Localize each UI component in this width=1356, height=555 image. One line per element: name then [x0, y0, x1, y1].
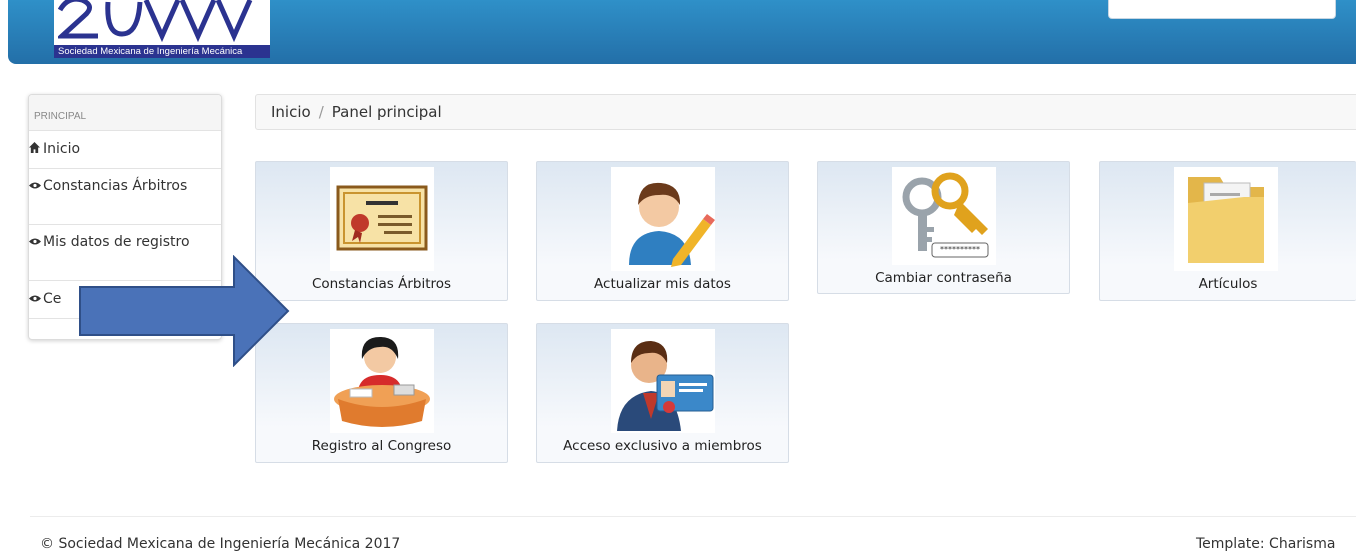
password-mask: **********	[940, 245, 980, 254]
tile-registro-congreso[interactable]: Registro al Congreso	[255, 323, 508, 463]
member-card-icon	[611, 329, 715, 433]
sidebar-item-label: Constancias Árbitros	[43, 178, 188, 194]
user-edit-icon	[611, 167, 715, 271]
folder-icon	[1174, 167, 1278, 271]
keys-icon: **********	[892, 167, 996, 265]
logo[interactable]: Sociedad Mexicana de Ingeniería Mecánica	[54, 0, 270, 58]
tile-label: Artículos	[1198, 276, 1258, 292]
sidebar-item-label: Mis datos de registro	[43, 234, 190, 250]
breadcrumb: Inicio / Panel principal	[255, 94, 1356, 130]
logo-text: Sociedad Mexicana de Ingeniería Mecánica	[54, 45, 270, 58]
footer-copyright: © Sociedad Mexicana de Ingeniería Mecáni…	[40, 536, 401, 552]
sidebar-item-inicio[interactable]: Inicio	[29, 131, 221, 169]
tile-label: Actualizar mis datos	[594, 276, 731, 292]
tile-label: Constancias Árbitros	[311, 276, 452, 292]
eye-icon	[29, 290, 43, 309]
tile-label: Registro al Congreso	[311, 438, 452, 454]
sidebar-item-label: Inicio	[43, 141, 81, 157]
footer-template-credit: Template: Charisma	[1196, 536, 1336, 552]
tile-actualizar-datos[interactable]: Actualizar mis datos	[536, 161, 789, 301]
tile-acceso-miembros[interactable]: Acceso exclusivo a miembros	[536, 323, 789, 463]
sidebar-item-constancias[interactable]: Constancias Árbitros	[29, 169, 221, 225]
certificate-icon	[330, 167, 434, 271]
tile-label: Cambiar contraseña	[875, 270, 1012, 286]
arrow-right-icon	[79, 255, 290, 367]
top-navbar: Sociedad Mexicana de Ingeniería Mecánica	[8, 0, 1356, 64]
footer-divider	[30, 516, 1356, 517]
breadcrumb-home[interactable]: Inicio	[271, 103, 311, 121]
home-icon	[29, 140, 43, 159]
sidebar-item-label: Ce	[43, 291, 62, 307]
sidebar-section-title: PRINCIPAL	[29, 95, 221, 131]
tile-cambiar-contrasena[interactable]: ********** Cambiar contraseña	[817, 161, 1070, 294]
tile-constancias-arbitros[interactable]: Constancias Árbitros	[255, 161, 508, 301]
eye-icon	[29, 177, 43, 196]
tile-label: Acceso exclusivo a miembros	[563, 438, 762, 454]
breadcrumb-separator: /	[318, 103, 324, 121]
logo-mark-icon	[58, 0, 253, 42]
breadcrumb-current: Panel principal	[331, 103, 442, 121]
registration-icon	[330, 329, 434, 433]
eye-icon	[29, 233, 43, 252]
search-input[interactable]	[1108, 0, 1336, 19]
tile-articulos[interactable]: Artículos	[1099, 161, 1356, 301]
